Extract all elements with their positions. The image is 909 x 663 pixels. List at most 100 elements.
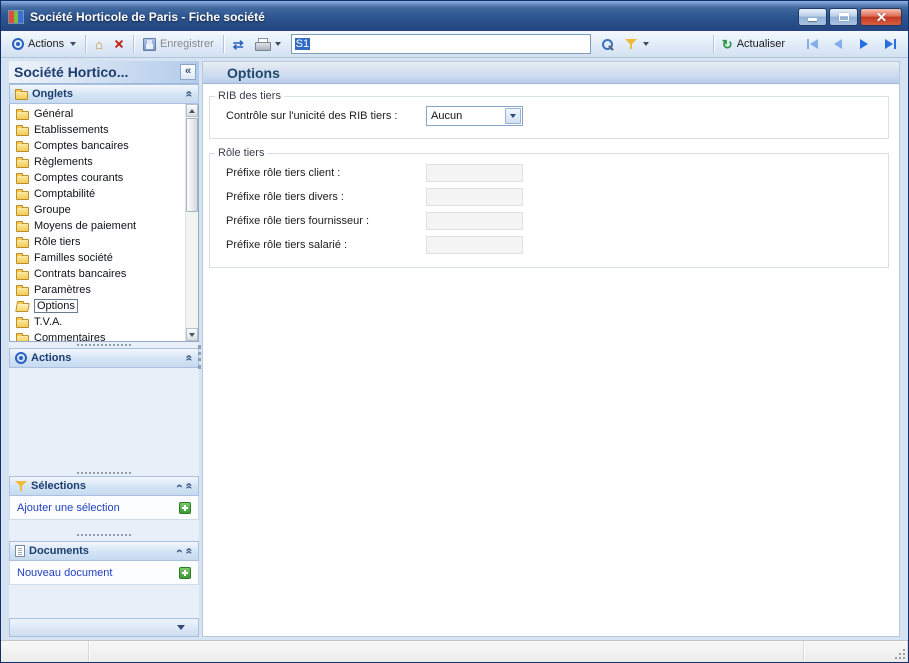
close-button[interactable] <box>860 8 902 26</box>
last-record-button[interactable] <box>878 34 902 54</box>
next-record-button[interactable] <box>852 34 876 54</box>
print-button[interactable] <box>250 33 286 55</box>
add-icon[interactable] <box>179 567 191 579</box>
tree-item[interactable]: Groupe <box>16 202 182 218</box>
first-record-button[interactable] <box>800 34 824 54</box>
folder-icon <box>16 335 29 343</box>
add-selection-link[interactable]: Ajouter une sélection <box>17 502 179 514</box>
save-label: Enregistrer <box>160 38 214 50</box>
chevron-down-icon <box>643 42 649 46</box>
rib-unicity-select[interactable]: Aucun <box>426 106 523 126</box>
search-button[interactable] <box>596 33 619 55</box>
prefix-role-fournisseur-field[interactable] <box>426 212 523 230</box>
resize-grip[interactable] <box>893 647 908 662</box>
tree-item[interactable]: Rôle tiers <box>16 234 182 250</box>
last-record-icon <box>894 39 896 49</box>
delete-button[interactable] <box>109 33 129 55</box>
prefix-role-client-field[interactable] <box>426 164 523 182</box>
collapse-section-icon[interactable] <box>185 355 195 362</box>
prefix-role-divers-field[interactable] <box>426 188 523 206</box>
minimize-button[interactable] <box>798 8 827 26</box>
tree-item[interactable]: Comptabilité <box>16 186 182 202</box>
filter-button[interactable] <box>620 33 654 55</box>
open-folder-icon <box>15 303 30 312</box>
selected-value: Aucun <box>431 110 462 122</box>
refresh-button[interactable]: ⇄ <box>228 33 249 55</box>
tree-item[interactable]: Général <box>16 106 182 122</box>
window-title: Société Horticole de Paris - Fiche socié… <box>30 10 798 24</box>
sidebar-collapse-strip[interactable] <box>9 618 199 637</box>
field-label: Préfixe rôle tiers divers : <box>226 191 426 203</box>
toolbar-right-group: ↻ Actualiser <box>710 33 902 55</box>
tree-item-selected[interactable]: Options <box>16 298 182 314</box>
filter-icon <box>625 38 637 50</box>
search-value: S1 <box>295 38 310 50</box>
tree-item[interactable]: Familles société <box>16 250 182 266</box>
printer-icon <box>255 38 269 51</box>
tree-item[interactable]: Contrats bancaires <box>16 266 182 282</box>
folder-icon <box>16 111 29 120</box>
group-role-tiers: Rôle tiers Préfixe rôle tiers client : P… <box>209 147 889 268</box>
collapse-section-icon[interactable] <box>185 483 195 490</box>
tree-scrollbar[interactable] <box>185 104 198 341</box>
tree-item-label: T.V.A. <box>34 316 62 328</box>
maximize-icon <box>839 13 849 21</box>
tree-item[interactable]: Comptes courants <box>16 170 182 186</box>
collapse-section-icon[interactable] <box>185 548 195 555</box>
collapse-section-icon[interactable] <box>185 91 195 98</box>
triangle-right-icon <box>860 39 868 49</box>
tree-item[interactable]: Comptes bancaires <box>16 138 182 154</box>
scroll-down-button[interactable] <box>186 328 198 341</box>
app-icon <box>8 10 24 24</box>
tree-item-label: Comptabilité <box>34 188 95 200</box>
section-header-actions[interactable]: Actions <box>9 348 199 368</box>
save-button[interactable]: Enregistrer <box>138 33 219 55</box>
form-row: Préfixe rôle tiers client : <box>210 161 888 185</box>
section-header-documents[interactable]: Documents <box>9 541 199 561</box>
section-header-selections[interactable]: Sélections <box>9 476 199 496</box>
scrollbar-thumb[interactable] <box>186 118 198 212</box>
chevron-down-icon <box>510 114 516 118</box>
status-pane <box>89 641 804 662</box>
tree-item-label: Moyens de paiement <box>34 220 136 232</box>
actualiser-button[interactable]: ↻ Actualiser <box>717 33 790 55</box>
toolbar-separator <box>85 35 86 53</box>
tree-item[interactable]: Etablissements <box>16 122 182 138</box>
section-header-onglets[interactable]: Onglets <box>9 84 199 104</box>
tree-item-label: Règlements <box>34 156 93 168</box>
scroll-up-button[interactable] <box>186 104 198 117</box>
tree-item[interactable]: Règlements <box>16 154 182 170</box>
folder-icon <box>16 255 29 264</box>
maximize-button[interactable] <box>829 8 858 26</box>
tree-item-label: Comptes courants <box>34 172 123 184</box>
triangle-down-icon <box>177 625 185 630</box>
tree-item[interactable]: Moyens de paiement <box>16 218 182 234</box>
combo-dropdown-button[interactable] <box>505 108 521 124</box>
tree-item-label: Options <box>34 299 78 313</box>
sidebar-panel-title: Société Hortico... <box>14 64 180 80</box>
form-row: Préfixe rôle tiers fournisseur : <box>210 209 888 233</box>
actions-menu-button[interactable]: Actions <box>7 33 81 55</box>
title-bar: Société Horticole de Paris - Fiche socié… <box>1 1 908 31</box>
home-button[interactable]: ⌂ <box>90 33 108 55</box>
previous-record-button[interactable] <box>826 34 850 54</box>
toolbar-separator <box>713 35 714 53</box>
toolbar-separator <box>223 35 224 53</box>
search-input[interactable]: S1 <box>291 34 591 54</box>
delete-icon <box>114 39 124 49</box>
tree-item[interactable]: T.V.A. <box>16 314 182 330</box>
prefix-role-salarie-field[interactable] <box>426 236 523 254</box>
tree-item[interactable]: Paramètres <box>16 282 182 298</box>
splitter-handle[interactable] <box>198 345 201 369</box>
refresh-icon: ⇄ <box>233 38 244 51</box>
add-icon[interactable] <box>179 502 191 514</box>
tree-item[interactable]: Commentaires <box>16 330 182 342</box>
collapse-panel-button[interactable] <box>180 64 196 80</box>
sidebar: Société Hortico... Onglets Général Etabl… <box>9 61 199 637</box>
page-content: RIB des tiers Contrôle sur l'unicité des… <box>203 84 899 636</box>
app-window: Société Horticole de Paris - Fiche socié… <box>0 0 909 663</box>
folder-icon <box>16 159 29 168</box>
chevron-down-icon <box>275 42 281 46</box>
new-document-link[interactable]: Nouveau document <box>17 567 179 579</box>
dotted-separator <box>77 534 131 536</box>
